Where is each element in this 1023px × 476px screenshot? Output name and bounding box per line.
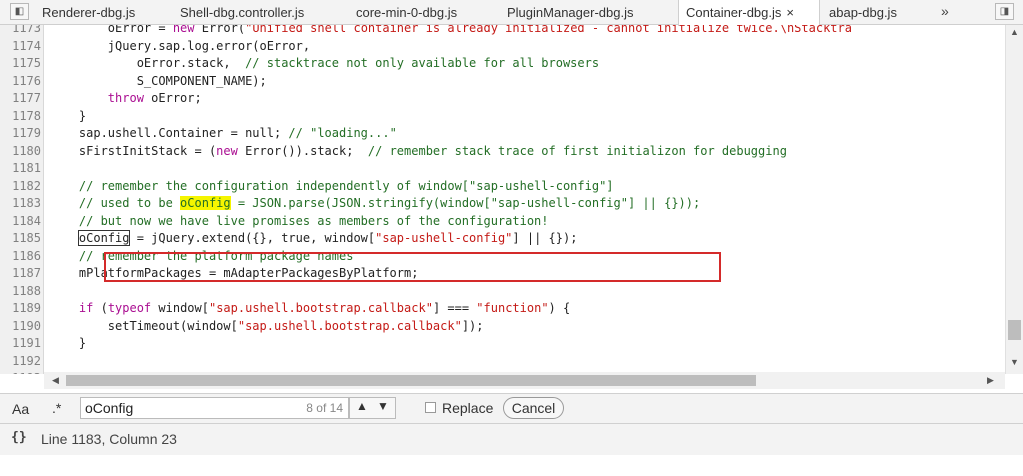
pretty-print-icon[interactable]: {} [11, 430, 27, 445]
tab-plugin-manager[interactable]: PluginManager-dbg.js [507, 0, 633, 25]
tab-label: abap-dbg.js [829, 5, 897, 20]
tab-core-min[interactable]: core-min-0-dbg.js [356, 0, 457, 25]
status-bar: {} Line 1183, Column 23 [0, 423, 1023, 455]
line-number: 1191 [12, 336, 41, 350]
line-number: 1188 [12, 283, 41, 298]
close-icon[interactable]: × [786, 5, 794, 20]
scroll-left-icon[interactable]: ◀ [52, 375, 59, 386]
search-input[interactable]: oConfig 8 of 14 [80, 397, 349, 419]
scroll-right-icon[interactable]: ▶ [987, 375, 994, 386]
sidebar-toggle-icon[interactable]: ◧ [10, 3, 29, 20]
line-number: 1192 [12, 353, 41, 368]
code-line: setTimeout(window["sap.ushell.bootstrap.… [50, 318, 484, 333]
line-number-gutter: 1173 1174 1175 1176 1177 1178 1179 1180 … [0, 25, 44, 374]
scroll-down-icon[interactable]: ▼ [1010, 357, 1019, 367]
line-number: 1178 [12, 108, 41, 123]
code-line: sap.ushell.Container = null; // "loading… [50, 126, 397, 140]
code-line: jQuery.sap.log.error(oError, [50, 38, 311, 53]
horizontal-scroll-thumb[interactable] [66, 375, 756, 386]
line-number: 1185 [12, 231, 41, 245]
previous-match-icon[interactable]: ▲ [356, 399, 368, 413]
cancel-button[interactable]: Cancel [503, 397, 564, 419]
code-line: if (typeof window["sap.ushell.bootstrap.… [50, 301, 571, 315]
next-match-icon[interactable]: ▼ [377, 399, 389, 413]
line-number: 1186 [12, 248, 41, 263]
regex-toggle[interactable]: .* [52, 400, 61, 416]
match-count: 8 of 14 [306, 401, 343, 415]
code-line: oError = new Error("Unified shell contai… [50, 25, 852, 35]
line-number: 1180 [12, 143, 41, 158]
code-line: oConfig = jQuery.extend({}, true, window… [77, 230, 578, 246]
search-bar: Aa .* oConfig 8 of 14 ▲ ▼ Replace Cancel [0, 393, 1023, 423]
tab-overflow-icon[interactable]: » [941, 0, 949, 22]
code-line: throw oError; [50, 91, 202, 105]
scroll-up-icon[interactable]: ▲ [1010, 27, 1019, 37]
line-number: 1184 [12, 213, 41, 228]
tab-renderer[interactable]: Renderer-dbg.js [42, 0, 135, 25]
line-number: 1176 [12, 73, 41, 88]
line-number: 1183 [12, 196, 41, 210]
cursor-position: Line 1183, Column 23 [41, 431, 177, 447]
code-editor[interactable]: 1173 1174 1175 1176 1177 1178 1179 1180 … [0, 25, 1023, 374]
match-case-toggle[interactable]: Aa [12, 401, 29, 417]
tab-label: Renderer-dbg.js [42, 5, 136, 20]
code-line: // but now we have live promises as memb… [50, 213, 549, 228]
line-number: 1175 [12, 56, 41, 70]
line-number: 1173 [12, 25, 41, 35]
code-line: } [50, 336, 87, 350]
match-navigation: ▲ ▼ [349, 397, 396, 419]
code-content[interactable]: oError = new Error("Unified shell contai… [50, 25, 1005, 374]
annotation-red-box [104, 252, 721, 282]
code-line: S_COMPONENT_NAME); [50, 73, 267, 88]
line-number: 1193 [0, 370, 41, 374]
code-line: } [50, 108, 87, 123]
tab-label: Container-dbg.js [686, 5, 782, 20]
vertical-scroll-thumb[interactable] [1008, 320, 1021, 340]
line-number: 1181 [12, 161, 41, 175]
tab-shell-controller[interactable]: Shell-dbg.controller.js [180, 0, 304, 25]
line-number: 1189 [12, 301, 41, 315]
replace-label: Replace [442, 400, 494, 416]
line-number: 1174 [12, 38, 41, 53]
search-match-highlight: oConfig [180, 196, 231, 210]
tab-abap[interactable]: abap-dbg.js [829, 0, 897, 25]
tab-label: core-min-0-dbg.js [356, 5, 458, 20]
code-line: sFirstInitStack = (new Error()).stack; /… [50, 143, 787, 158]
tab-container-active[interactable]: Container-dbg.js × [678, 0, 820, 26]
replace-checkbox[interactable] [425, 402, 436, 413]
search-query: oConfig [85, 400, 134, 416]
debugger-toggle-icon[interactable]: ◨ [995, 3, 1014, 20]
line-number: 1182 [12, 178, 41, 193]
code-line: // remember the configuration independen… [50, 178, 614, 193]
editor-tab-bar: ◧ Renderer-dbg.js Shell-dbg.controller.j… [0, 0, 1023, 26]
code-line: oError.stack, // stacktrace not only ava… [50, 56, 600, 70]
line-number: 1187 [12, 266, 41, 280]
line-number: 1177 [12, 91, 41, 105]
code-line: // used to be oConfig = JSON.parse(JSON.… [50, 196, 701, 210]
current-match: oConfig [77, 230, 131, 246]
line-number: 1179 [12, 126, 41, 140]
tab-label: PluginManager-dbg.js [507, 5, 634, 20]
tab-label: Shell-dbg.controller.js [180, 5, 305, 20]
horizontal-scrollbar[interactable]: ◀ ▶ [44, 372, 1005, 389]
line-number: 1190 [12, 318, 41, 333]
vertical-scrollbar[interactable]: ▲ ▼ [1005, 25, 1023, 374]
